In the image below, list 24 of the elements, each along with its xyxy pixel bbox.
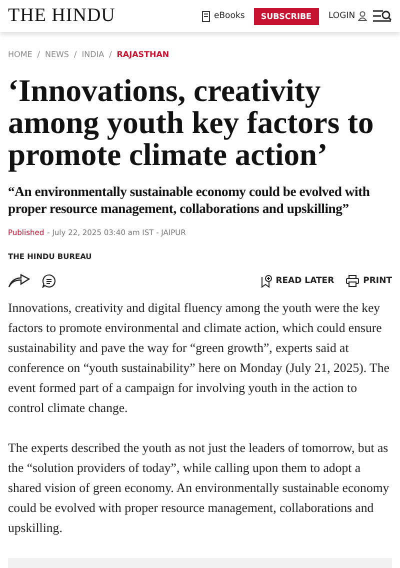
printer-icon bbox=[346, 275, 360, 287]
print-button[interactable]: PRINT bbox=[346, 275, 392, 287]
breadcrumb-link[interactable]: NEWS bbox=[44, 50, 70, 59]
site-logo[interactable]: THE HINDU bbox=[8, 5, 176, 27]
share-icon[interactable] bbox=[8, 274, 30, 288]
comment-icon[interactable] bbox=[42, 274, 56, 288]
breadcrumb-separator: / bbox=[109, 50, 112, 59]
read-later-button[interactable]: READ LATER bbox=[260, 274, 334, 288]
article-paragraph: The experts described the youth as not just the leaders of tomorrow, but as the “solution providers of today”, while calling upon them to adopt a shared vision of green economy. An environmentally sustainable economy could be evolved with proper resource management, collaborations and upskilling. bbox=[8, 440, 390, 537]
breadcrumb-separator: / bbox=[37, 50, 40, 59]
article-subheadline: “An environmentally sustainable economy could be evolved with proper resource management, collaborations and upskilling” bbox=[8, 183, 371, 217]
article-paragraph: Innovations, creativity and digital fluency among the youth were the key factors to promote environmental and climate action, which could ensure sustainability and pave the way for “green growth”, experts said at conference on “youth sustainability” here on Monday (July 21, 2025). The event formed part of a campaign for involving youth in the action to control climate change. bbox=[8, 300, 390, 417]
breadcrumb-link[interactable]: HOME bbox=[8, 50, 32, 59]
user-icon bbox=[358, 11, 368, 21]
login-link[interactable]: LOGIN bbox=[328, 11, 368, 21]
article-headline: ‘Innovations, creativity among youth key factors to promote climate action’ bbox=[8, 75, 375, 171]
breadcrumb-link[interactable]: RAJASTHAN bbox=[116, 50, 170, 59]
book-icon bbox=[202, 10, 210, 22]
ebooks-link[interactable]: eBooks bbox=[202, 10, 245, 22]
breadcrumb-separator: / bbox=[74, 50, 77, 59]
subscribe-button[interactable]: SUBSCRIBE bbox=[254, 8, 318, 24]
menu-search-icon[interactable] bbox=[372, 9, 392, 23]
bookmark-add-icon bbox=[260, 274, 272, 288]
breadcrumb-link[interactable]: INDIA bbox=[82, 50, 104, 59]
